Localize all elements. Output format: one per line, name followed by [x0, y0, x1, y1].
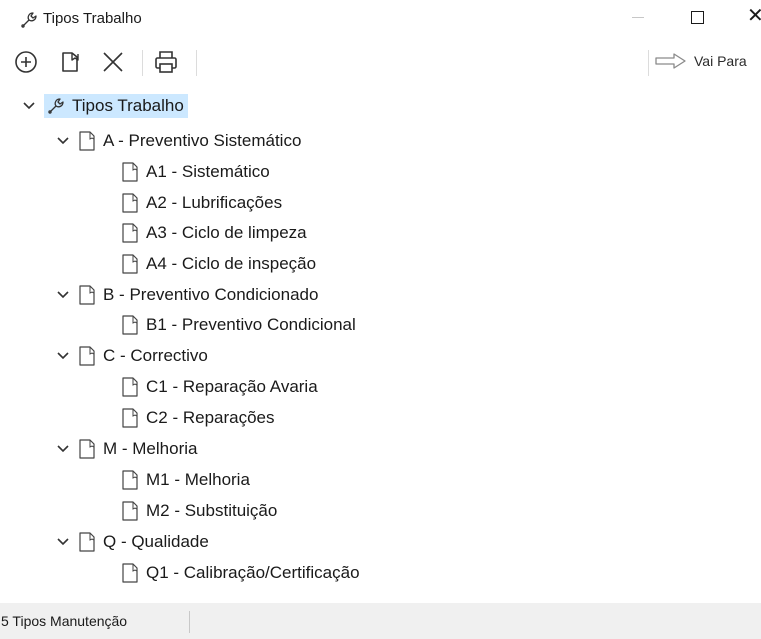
- tree-leaf-label: C2 - Reparações: [146, 408, 275, 427]
- tree-view: Tipos Trabalho A - Preventivo Sistemátic…: [0, 90, 761, 600]
- tree-group-label: B - Preventivo Condicionado: [103, 285, 319, 304]
- tree-leaf-label: M2 - Substituição: [146, 501, 278, 520]
- tree-leaf[interactable]: B1 - Preventivo Condicional: [121, 313, 356, 337]
- tree-group[interactable]: M - Melhoria: [56, 437, 197, 461]
- tree-leaf[interactable]: A2 - Lubrificações: [121, 191, 282, 215]
- wrench-icon: [48, 98, 64, 114]
- tree-leaf-label: M1 - Melhoria: [146, 470, 250, 489]
- document-icon: [122, 470, 138, 490]
- document-icon: [79, 346, 95, 366]
- tree-group[interactable]: C - Correctivo: [56, 344, 208, 368]
- tree-group-label: M - Melhoria: [103, 439, 198, 458]
- document-icon: [79, 285, 95, 305]
- document-icon: [79, 131, 95, 151]
- chevron-down-icon[interactable]: [56, 134, 70, 148]
- window-title: Tipos Trabalho: [43, 10, 142, 27]
- toolbar-separator: [142, 50, 143, 76]
- chevron-down-icon[interactable]: [56, 535, 70, 549]
- title-bar: Tipos Trabalho ✕: [0, 0, 761, 38]
- tree-leaf-label: Q1 - Calibração/Certificação: [146, 563, 360, 582]
- chevron-down-icon[interactable]: [56, 349, 70, 363]
- chevron-down-icon[interactable]: [22, 99, 36, 113]
- document-icon: [122, 223, 138, 243]
- status-bar: 5 Tipos Manutenção: [0, 603, 761, 639]
- document-icon: [122, 193, 138, 213]
- delete-icon[interactable]: [99, 48, 127, 76]
- document-icon: [122, 501, 138, 521]
- print-icon[interactable]: [152, 48, 180, 76]
- tree-root[interactable]: Tipos Trabalho: [22, 94, 188, 118]
- tree-group[interactable]: B - Preventivo Condicionado: [56, 283, 318, 307]
- document-icon: [122, 162, 138, 182]
- add-icon[interactable]: [12, 48, 40, 76]
- tree-leaf-label: A1 - Sistemático: [146, 162, 270, 181]
- tree-leaf[interactable]: C1 - Reparação Avaria: [121, 375, 318, 399]
- toolbar-separator: [648, 50, 649, 76]
- wrench-icon: [21, 12, 37, 28]
- tree-leaf-label: A4 - Ciclo de inspeção: [146, 254, 317, 273]
- document-icon: [122, 254, 138, 274]
- document-icon: [79, 532, 95, 552]
- status-separator: [189, 611, 190, 633]
- tree-leaf[interactable]: A3 - Ciclo de limpeza: [121, 221, 307, 245]
- tree-leaf[interactable]: A4 - Ciclo de inspeção: [121, 252, 316, 276]
- toolbar-separator: [196, 50, 197, 76]
- document-icon: [122, 408, 138, 428]
- tree-leaf[interactable]: M1 - Melhoria: [121, 468, 250, 492]
- chevron-down-icon[interactable]: [56, 442, 70, 456]
- arrow-right-icon: [655, 53, 686, 69]
- goto-label: Vai Para: [694, 53, 747, 69]
- tree-leaf-label: A2 - Lubrificações: [146, 193, 283, 212]
- tree-leaf[interactable]: A1 - Sistemático: [121, 160, 270, 184]
- tree-group-label: A - Preventivo Sistemático: [103, 131, 302, 150]
- document-icon: [122, 563, 138, 583]
- close-button[interactable]: ✕: [747, 6, 761, 26]
- tree-leaf[interactable]: M2 - Substituição: [121, 499, 277, 523]
- tree-leaf[interactable]: C2 - Reparações: [121, 406, 275, 430]
- goto-button[interactable]: Vai Para: [654, 48, 747, 74]
- tree-leaf-label: A3 - Ciclo de limpeza: [146, 223, 307, 242]
- tree-leaf-label: B1 - Preventivo Condicional: [146, 315, 356, 334]
- edit-document-icon[interactable]: [57, 48, 85, 76]
- tree-group-label: C - Correctivo: [103, 346, 208, 365]
- toolbar: Vai Para: [0, 38, 761, 88]
- minimize-button[interactable]: [632, 17, 644, 18]
- document-icon: [79, 439, 95, 459]
- tree-group[interactable]: A - Preventivo Sistemático: [56, 129, 301, 153]
- document-icon: [122, 315, 138, 335]
- tree-group-label: Q - Qualidade: [103, 532, 209, 551]
- tree-leaf[interactable]: Q1 - Calibração/Certificação: [121, 561, 360, 585]
- tree-root-selected[interactable]: Tipos Trabalho: [44, 94, 188, 118]
- maximize-button[interactable]: [691, 11, 704, 24]
- status-text: 5 Tipos Manutenção: [1, 613, 128, 629]
- chevron-down-icon[interactable]: [56, 288, 70, 302]
- document-icon: [122, 377, 138, 397]
- tree-leaf-label: C1 - Reparação Avaria: [146, 377, 318, 396]
- tree-root-label: Tipos Trabalho: [72, 96, 184, 115]
- tree-group[interactable]: Q - Qualidade: [56, 530, 209, 554]
